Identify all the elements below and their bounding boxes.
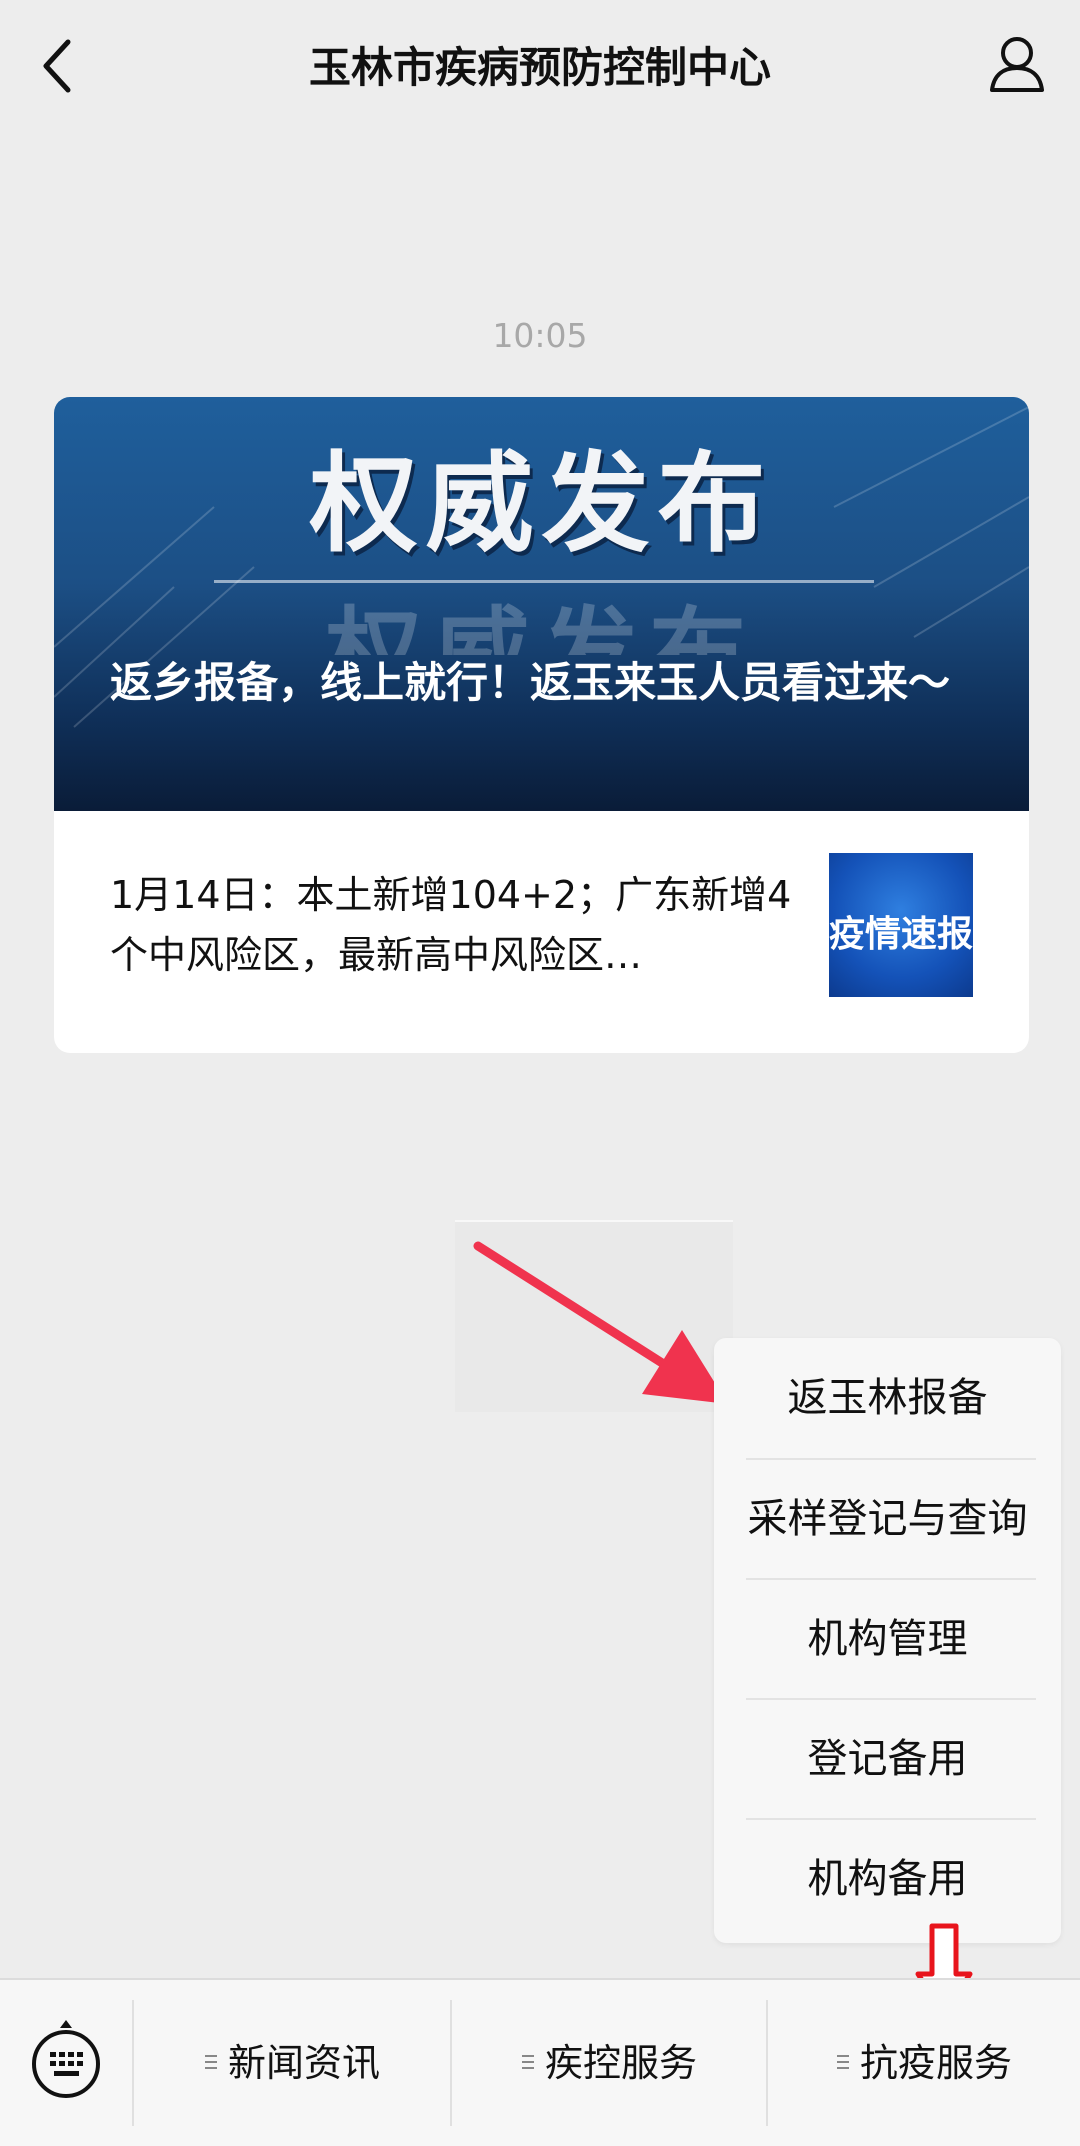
banner-reflection-text: 权威发布	[325, 597, 758, 655]
top-bar: 玉林市疾病预防控制中心	[0, 0, 1080, 130]
banner-headline: 权威发布	[309, 442, 774, 567]
service-popup-menu: 返玉林报备 采样登记与查询 机构管理 登记备用 机构备用	[714, 1338, 1061, 1943]
tab-label: 新闻资讯	[227, 2041, 380, 2085]
article-summary: 1月14日：本土新增104+2；广东新增4个中风险区，最新高中风险区…	[110, 873, 792, 977]
article-card[interactable]: 权威发布 权威发布 返乡报备，线上就行！返玉来玉人员看过来～ 1月14日：本土新…	[54, 397, 1029, 1053]
menu-item-sampling[interactable]: 采样登记与查询	[714, 1459, 1061, 1579]
message-timestamp: 10:05	[492, 316, 588, 355]
arrow-annotation-icon	[473, 1241, 728, 1404]
bottom-menu-bar: 新闻资讯 疾控服务 抗疫服务	[0, 1978, 1080, 2146]
menu-lines-icon	[204, 2054, 217, 2069]
page-title: 玉林市疾病预防控制中心	[308, 43, 771, 92]
keyboard-icon[interactable]	[28, 2016, 104, 2104]
tab-label: 疾控服务	[544, 2041, 697, 2085]
menu-item-register-backup[interactable]: 登记备用	[714, 1699, 1061, 1819]
tab-news[interactable]: 新闻资讯	[134, 1980, 450, 2146]
thumbnail-text: 疫情速报	[829, 914, 973, 955]
menu-item-return-report[interactable]: 返玉林报备	[714, 1338, 1061, 1458]
tab-cdc-services[interactable]: 疾控服务	[452, 1980, 766, 2146]
menu-lines-icon	[521, 2054, 534, 2069]
tab-label: 抗疫服务	[859, 2041, 1012, 2085]
article-thumbnail: 疫情速报	[829, 853, 973, 997]
menu-item-org-management[interactable]: 机构管理	[714, 1579, 1061, 1699]
article-title: 返乡报备，线上就行！返玉来玉人员看过来～	[110, 658, 951, 707]
article-list-item[interactable]: 1月14日：本土新增104+2；广东新增4个中风险区，最新高中风险区… 疫情速报	[54, 811, 1029, 1053]
article-banner[interactable]: 权威发布 权威发布 返乡报备，线上就行！返玉来玉人员看过来～	[54, 397, 1029, 811]
tab-epidemic-services[interactable]: 抗疫服务	[768, 1980, 1080, 2146]
menu-item-org-backup[interactable]: 机构备用	[714, 1819, 1061, 1939]
person-icon[interactable]	[988, 34, 1046, 94]
menu-lines-icon	[836, 2054, 849, 2069]
